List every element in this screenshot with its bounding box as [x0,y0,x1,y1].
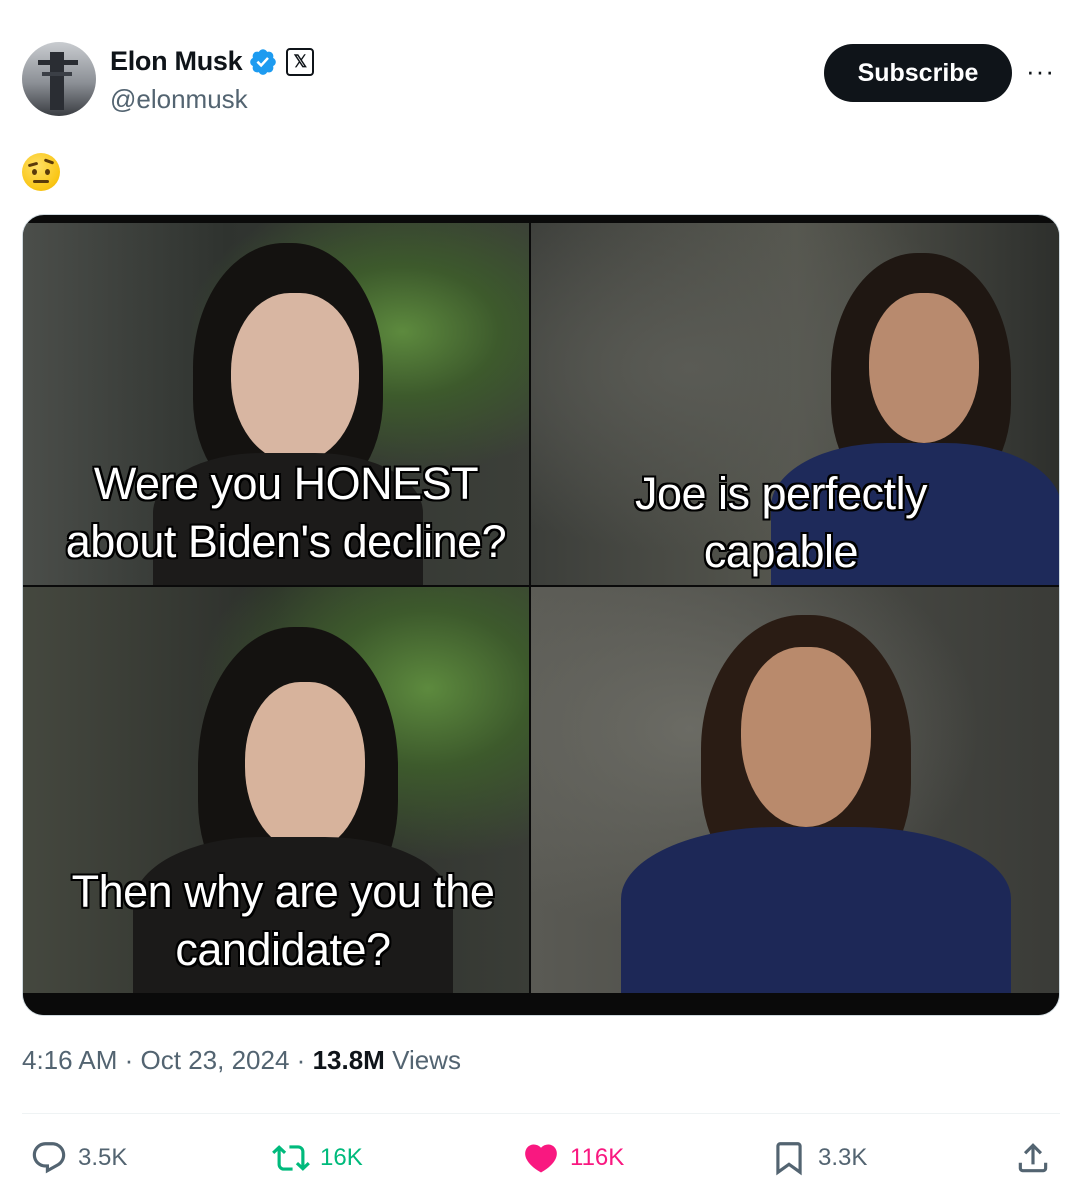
caption-bottom-left: Then why are you the candidate? [71,866,495,975]
author-name[interactable]: Elon Musk [110,46,243,77]
reply-button[interactable]: 3.5K [30,1130,127,1186]
action-bar: 3.5K 16K 116K 3.3K [22,1130,1062,1186]
post-metadata: 4:16 AM · Oct 23, 2024 · 13.8M Views [22,1045,461,1075]
meme-panel-bottom-right [531,587,1059,993]
more-options-icon[interactable]: ··· [1026,56,1055,87]
repost-icon [272,1145,310,1171]
verified-badge-icon [250,48,277,75]
reply-count: 3.5K [78,1144,128,1171]
post-date[interactable]: Oct 23, 2024 [141,1045,290,1075]
views-count: 13.8M [312,1045,385,1075]
meme-panel-top-right: Joe is perfectly capable [531,223,1059,585]
post-header: Elon Musk 𝕏 @elonmusk Subscribe ··· [22,42,1062,120]
author-name-row: Elon Musk 𝕏 [110,46,315,77]
x-affiliate-badge-icon: 𝕏 [286,47,315,76]
heart-filled-icon [525,1144,557,1173]
author-handle[interactable]: @elonmusk [110,84,248,115]
views-label: Views [392,1045,461,1075]
repost-button[interactable]: 16K [272,1130,363,1186]
reply-icon [32,1142,66,1174]
post-image[interactable]: Were you HONEST about Biden's decline? J… [22,214,1060,1016]
bookmark-icon [776,1142,802,1176]
avatar-arm-shape [42,72,72,76]
avatar-arm-shape [38,60,78,65]
repost-count: 16K [320,1144,363,1171]
like-button[interactable]: 116K [522,1130,624,1186]
meme-panel-bottom-left: Then why are you the candidate? [23,587,529,993]
share-button[interactable] [1014,1130,1052,1186]
bookmark-button[interactable]: 3.3K [770,1130,867,1186]
bookmark-count: 3.3K [818,1144,868,1171]
post-time[interactable]: 4:16 AM [22,1045,117,1075]
caption-top-right: Joe is perfectly capable [634,468,928,577]
subscribe-button[interactable]: Subscribe [824,44,1012,102]
avatar[interactable] [22,42,96,116]
like-count: 116K [570,1144,625,1171]
divider [22,1113,1060,1114]
share-icon [1018,1143,1048,1173]
caption-top-left: Were you HONEST about Biden's decline? [65,458,507,567]
meme-panel-top-left: Were you HONEST about Biden's decline? [23,223,529,585]
face-with-raised-eyebrow-icon [22,153,60,191]
